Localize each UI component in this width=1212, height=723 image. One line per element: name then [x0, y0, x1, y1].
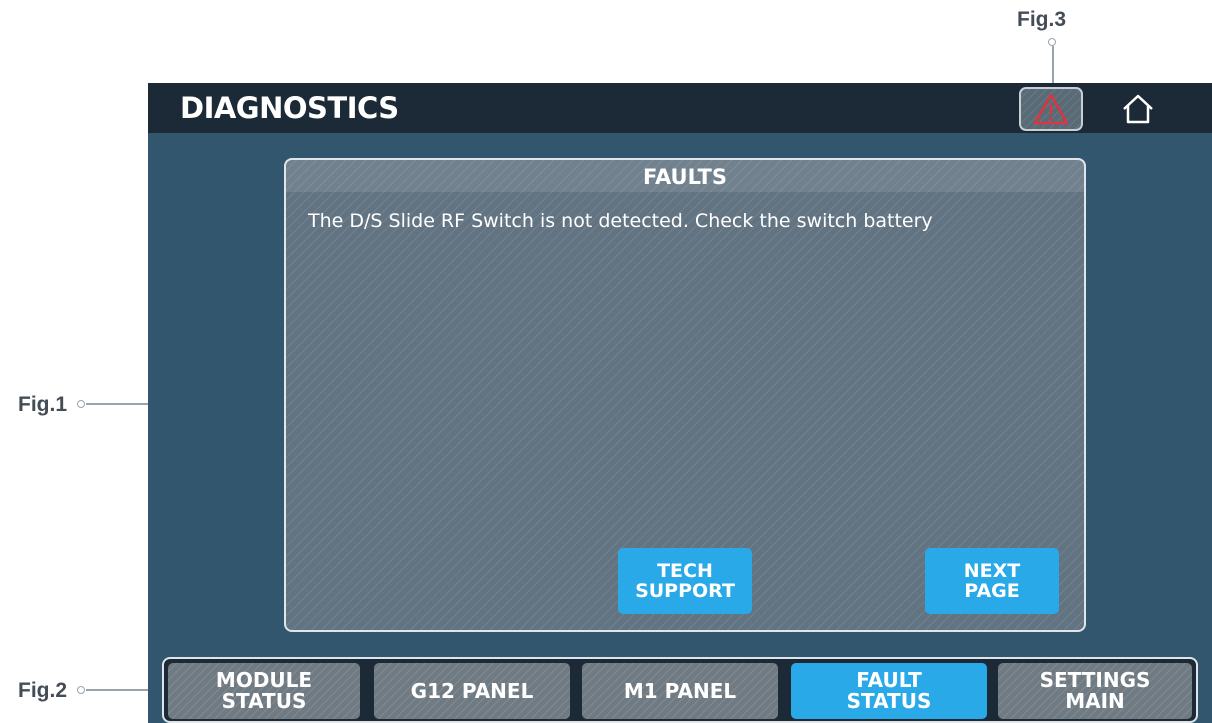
tech-support-button[interactable]: TECH SUPPORT	[618, 548, 752, 614]
fault-message: The D/S Slide RF Switch is not detected.…	[308, 210, 933, 232]
faults-panel-title: FAULTS	[286, 160, 1084, 192]
fault-alert-button[interactable]	[1019, 87, 1083, 131]
nav-module-status[interactable]: MODULE STATUS	[168, 663, 360, 719]
warning-triangle-icon	[1033, 93, 1069, 125]
home-icon	[1123, 94, 1153, 124]
nav-settings-main[interactable]: SETTINGS MAIN	[998, 663, 1192, 719]
bottom-nav-bar: MODULE STATUS G12 PANEL M1 PANEL FAULT S…	[162, 657, 1198, 723]
fig2-leader-dot	[77, 686, 85, 694]
fig3-leader-dot	[1048, 38, 1056, 46]
fig3-label: Fig.3	[1017, 8, 1067, 31]
nav-g12-panel[interactable]: G12 PANEL	[374, 663, 570, 719]
nav-m1-panel[interactable]: M1 PANEL	[582, 663, 778, 719]
page-title: DIAGNOSTICS	[180, 91, 399, 125]
nav-fault-status[interactable]: FAULT STATUS	[791, 663, 987, 719]
title-bar: DIAGNOSTICS	[148, 83, 1212, 133]
fig1-label: Fig.1	[18, 393, 68, 416]
fig2-label: Fig.2	[18, 679, 68, 702]
faults-panel: FAULTS The D/S Slide RF Switch is not de…	[284, 158, 1086, 632]
diagnostics-screen: DIAGNOSTICS FAULTS The D/S Slide RF Swit…	[148, 83, 1212, 723]
next-page-button[interactable]: NEXT PAGE	[925, 548, 1059, 614]
fig1-leader-dot	[77, 400, 85, 408]
fig3-leader-line	[1052, 46, 1054, 86]
home-button[interactable]	[1116, 89, 1160, 129]
